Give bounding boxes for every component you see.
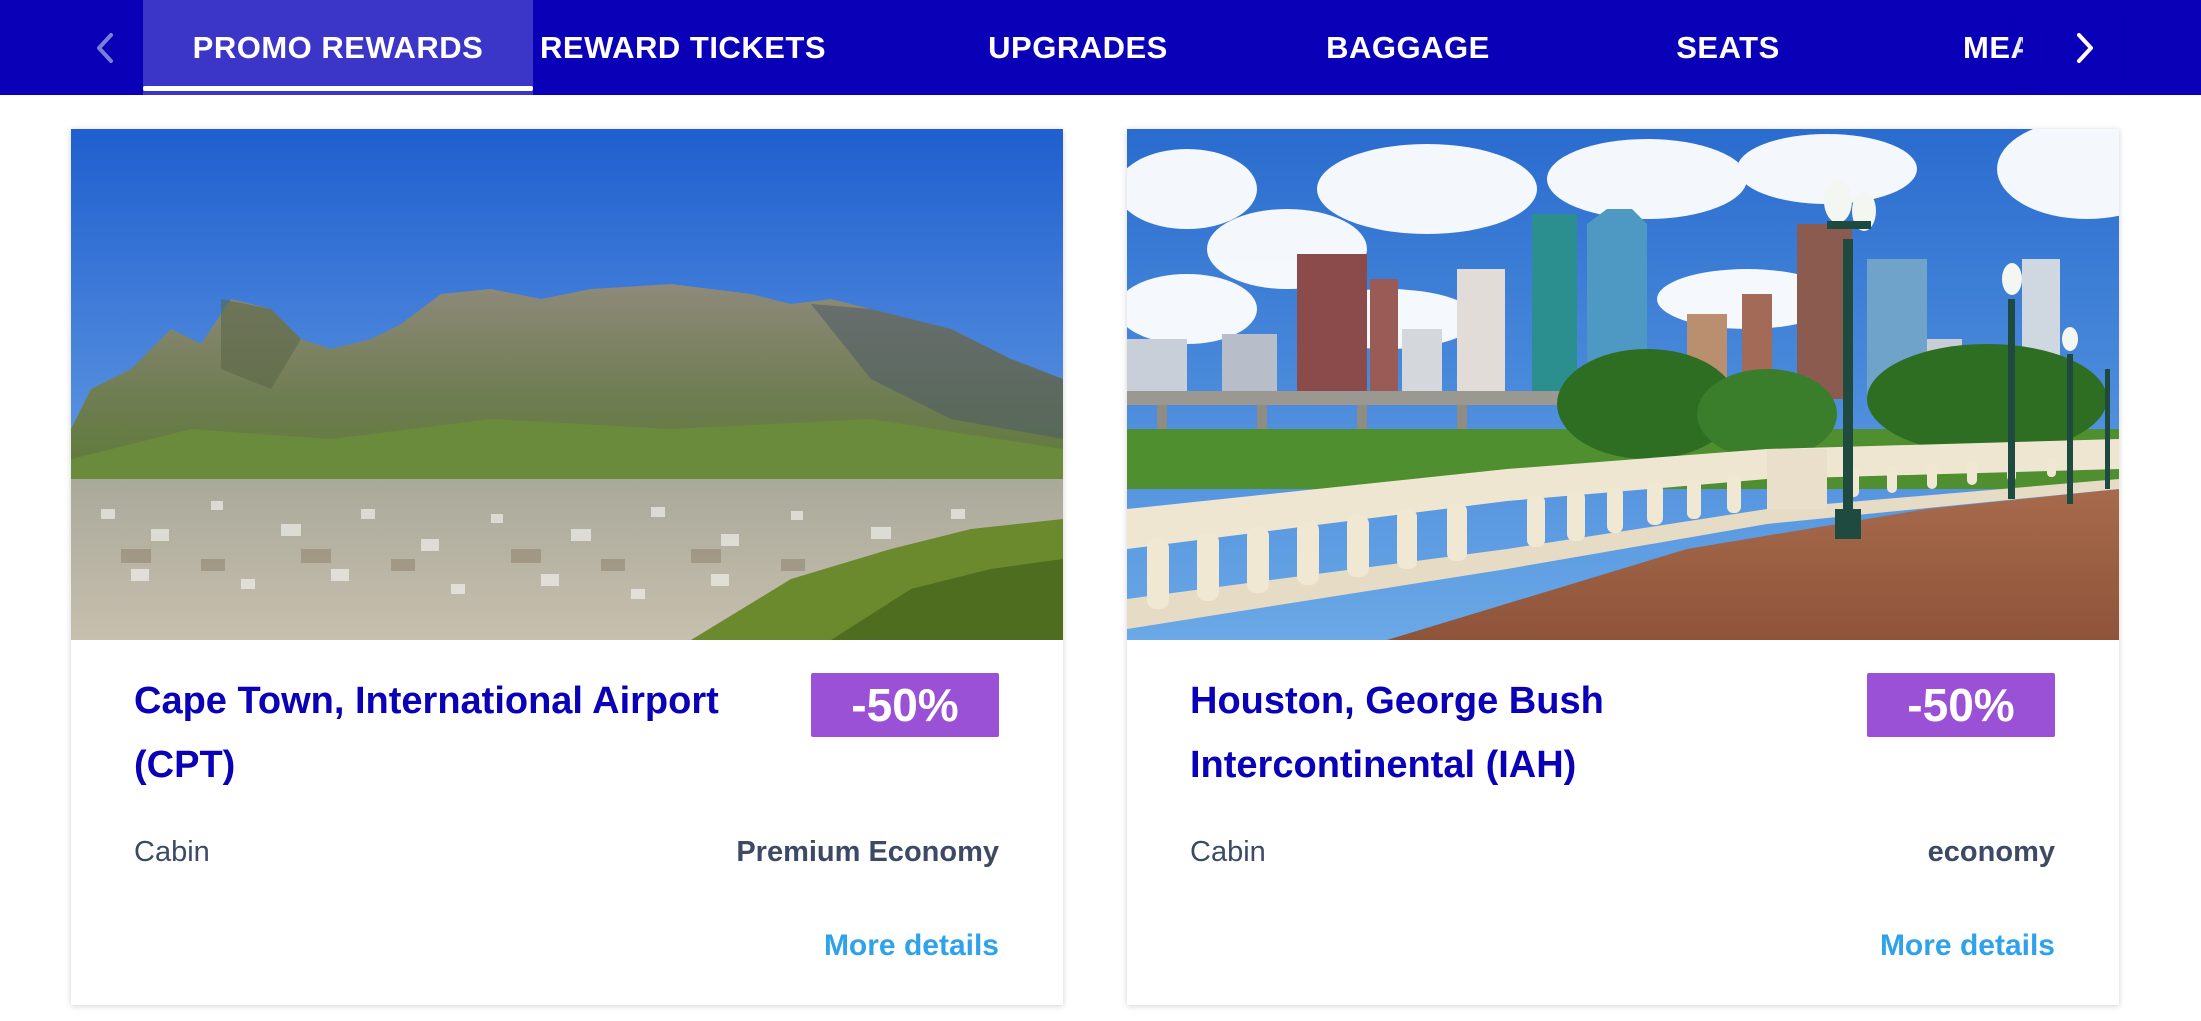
promo-card[interactable]: Houston, George Bush Intercontinental (I… [1127, 129, 2119, 1005]
cabin-value: economy [1927, 836, 2055, 868]
tabs-prev-button[interactable] [70, 0, 140, 95]
more-details-link[interactable]: More details [1880, 929, 2055, 963]
houston-photo [1127, 129, 2119, 640]
cabin-value: Premium Economy [736, 836, 999, 868]
destination-title: Houston, George Bush Intercontinental (I… [1190, 680, 1604, 786]
discount-badge: -50% [811, 673, 999, 737]
cabin-label: Cabin [134, 836, 210, 868]
tab-list: PROMO REWARDS REWARD TICKETS UPGRADES BA… [143, 0, 2023, 95]
tab-baggage[interactable]: BAGGAGE [1283, 0, 1533, 95]
category-tab-bar: PROMO REWARDS REWARD TICKETS UPGRADES BA… [0, 0, 2201, 95]
cabin-label: Cabin [1190, 836, 1266, 868]
discount-badge: -50% [1867, 673, 2055, 737]
tab-upgrades[interactable]: UPGRADES [953, 0, 1203, 95]
promo-card[interactable]: Cape Town, International Airport (CPT) -… [71, 129, 1063, 1005]
tab-seats[interactable]: SEATS [1603, 0, 1853, 95]
cape-town-photo [71, 129, 1063, 640]
chevron-right-icon [2077, 32, 2093, 63]
chevron-left-icon [97, 32, 113, 63]
tab-reward-tickets[interactable]: REWARD TICKETS [533, 0, 833, 95]
destination-title: Cape Town, International Airport (CPT) [134, 680, 719, 786]
more-details-link[interactable]: More details [824, 929, 999, 963]
tab-meals[interactable]: MEA [1963, 0, 2023, 95]
tab-promo-rewards[interactable]: PROMO REWARDS [143, 0, 533, 95]
tabs-next-button[interactable] [2050, 0, 2120, 95]
